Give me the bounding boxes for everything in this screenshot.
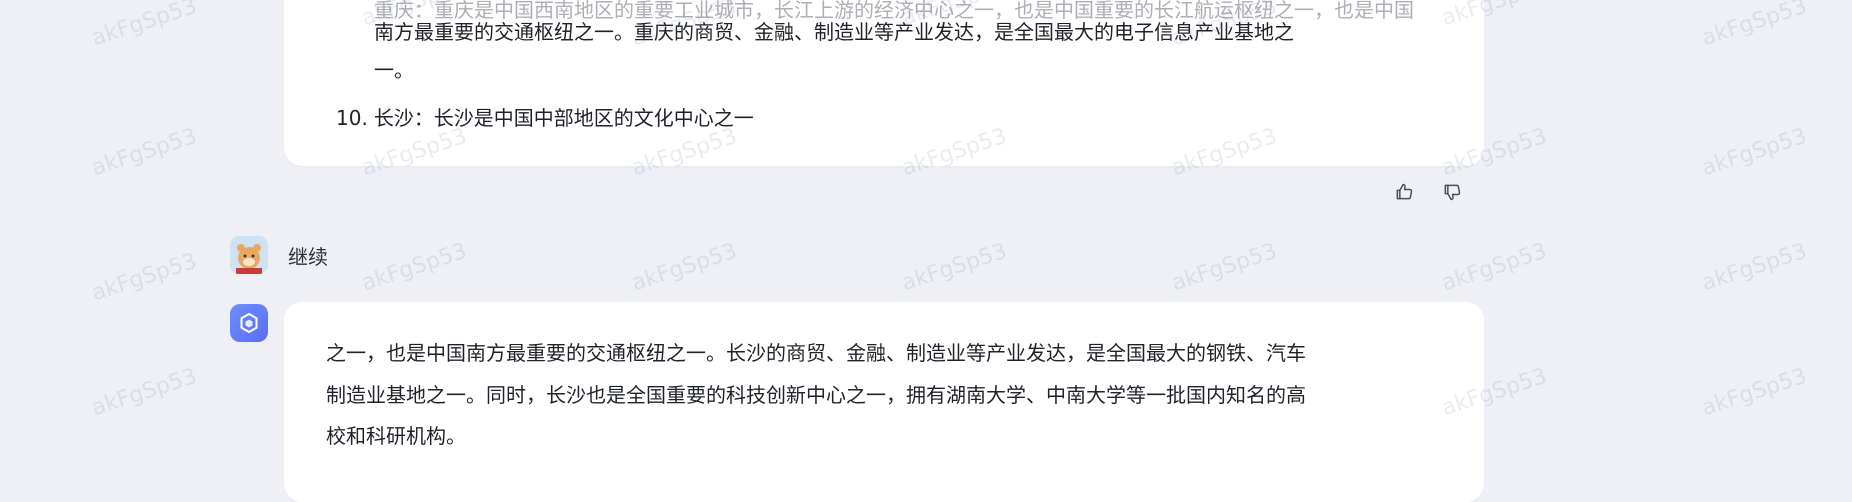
previous-answer-line: 一。 [374,58,414,82]
bot-answer-line: 之一，也是中国南方最重要的交通枢纽之一。长沙的商贸、金融、制造业等产业发达，是全… [326,341,1306,365]
list-item-number: 10. [336,106,368,130]
user-message-text: 继续 [288,244,328,269]
avatar [230,236,268,274]
bot-answer-line: 制造业基地之一。同时，长沙也是全国重要的科技创新中心之一，拥有湖南大学、中南大学… [326,383,1306,407]
feedback-actions [1392,180,1464,204]
chat-thread: 重庆：重庆是中国西南地区的重要工业城市，长江上游的经济中心之一，也是中国重要的长… [0,0,1852,502]
previous-answer-line: 南方最重要的交通枢纽之一。重庆的商贸、金融、制造业等产业发达，是全国最大的电子信… [374,20,1294,44]
user-message: 继续 [230,236,328,274]
bot-answer-line: 校和科研机构。 [326,424,466,448]
bot-avatar-icon [230,304,268,342]
list-item-text: 长沙：长沙是中国中部地区的文化中心之一 [373,106,754,130]
thumbs-down-icon[interactable] [1440,180,1464,204]
list-item: 10. 长沙：长沙是中国中部地区的文化中心之一 [336,98,754,138]
thumbs-up-icon[interactable] [1392,180,1416,204]
